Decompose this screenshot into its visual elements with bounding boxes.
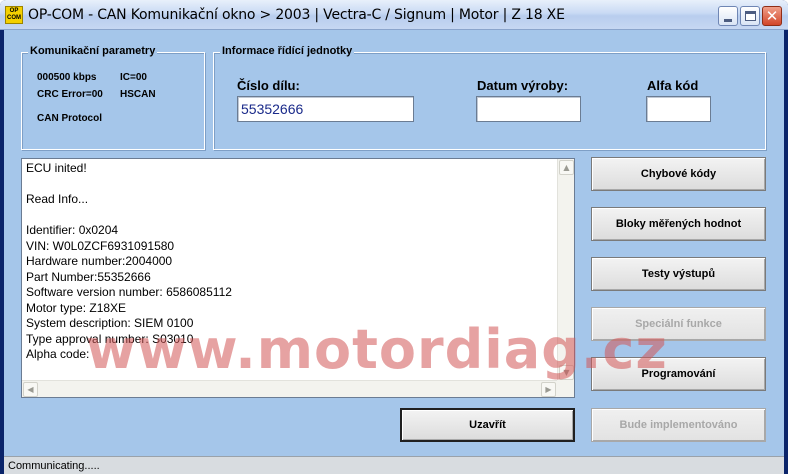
log-text: ECU inited! Read Info... Identifier: 0x0…: [26, 161, 554, 379]
minimize-icon: [724, 19, 732, 22]
programming-button[interactable]: Programování: [591, 357, 766, 391]
measured-blocks-button[interactable]: Bloky měřených hodnot: [591, 207, 766, 241]
maximize-button[interactable]: [740, 6, 760, 26]
alpha-code-label: Alfa kód: [647, 78, 699, 93]
op-com-icon: OP COM: [5, 6, 23, 24]
scroll-down-icon[interactable]: ▼: [559, 365, 574, 380]
production-date-field[interactable]: [476, 96, 581, 122]
log-line: Software version number: 6586085112: [26, 285, 232, 299]
log-line: System description: SIEM 0100: [26, 316, 194, 330]
scroll-left-icon[interactable]: ◀: [23, 382, 38, 397]
to-be-implemented-button[interactable]: Bude implementováno: [591, 408, 766, 442]
part-number-field[interactable]: 55352666: [237, 96, 414, 122]
horizontal-scrollbar[interactable]: ◀ ▶: [22, 380, 557, 397]
close-window-button[interactable]: ✕: [762, 6, 782, 26]
log-line: VIN: W0L0ZCF6931091580: [26, 238, 175, 253]
log-line: Identifier: 0x0204: [26, 223, 119, 237]
status-bar: Communicating.....: [4, 456, 784, 474]
log-line: Read Info...: [26, 192, 89, 206]
log-line: Alpha code:: [26, 347, 90, 361]
log-line: Type approval number: S03010: [26, 331, 194, 346]
close-button[interactable]: Uzavřít: [400, 408, 575, 442]
log-output[interactable]: ECU inited! Read Info... Identifier: 0x0…: [21, 158, 575, 398]
production-date-label: Datum výroby:: [477, 78, 569, 93]
comm-protocol: CAN Protocol: [37, 113, 102, 124]
log-line: Motor type: Z18XE: [26, 300, 127, 315]
close-icon: ✕: [765, 7, 779, 25]
output-tests-button[interactable]: Testy výstupů: [591, 257, 766, 291]
vertical-scrollbar[interactable]: ▲ ▼: [557, 159, 574, 381]
comm-params-title: Komunikační parametry: [28, 45, 158, 57]
log-line: ECU inited!: [26, 161, 87, 175]
fault-codes-button[interactable]: Chybové kódy: [591, 157, 766, 191]
comm-hscan: HSCAN: [120, 89, 156, 100]
client-area: Komunikační parametry 000500 kbps IC=00 …: [4, 30, 784, 456]
special-functions-button[interactable]: Speciální funkce: [591, 307, 766, 341]
app-window: OP COM OP-COM - CAN Komunikační okno > 20…: [0, 0, 788, 474]
log-line: Part Number:55352666: [26, 269, 151, 284]
comm-crc: CRC Error=00: [37, 89, 103, 100]
scroll-up-icon[interactable]: ▲: [559, 160, 574, 175]
scroll-corner: [557, 380, 574, 397]
log-line: Hardware number:2004000: [26, 254, 173, 268]
title-bar[interactable]: OP COM OP-COM - CAN Komunikační okno > 20…: [0, 0, 788, 30]
alpha-code-field[interactable]: [646, 96, 711, 122]
ecu-info-group: Informace řídící jednotky Číslo dílu: 55…: [213, 45, 766, 150]
window-title: OP-COM - CAN Komunikační okno > 2003 | V…: [28, 7, 565, 23]
comm-speed: 000500 kbps: [37, 72, 97, 83]
comm-params-group: Komunikační parametry 000500 kbps IC=00 …: [21, 45, 205, 150]
part-number-label: Číslo dílu:: [237, 78, 300, 93]
comm-ic: IC=00: [120, 72, 147, 83]
maximize-icon: [745, 11, 756, 21]
scroll-right-icon[interactable]: ▶: [541, 382, 556, 397]
ecu-info-title: Informace řídící jednotky: [220, 45, 355, 57]
minimize-button[interactable]: [718, 6, 738, 26]
